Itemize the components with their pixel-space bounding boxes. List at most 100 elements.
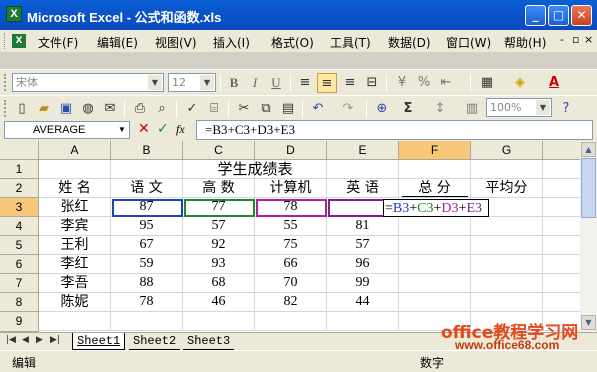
chevron-down-icon[interactable]: ▼ [536,100,550,115]
chevron-down-icon[interactable]: ▼ [116,123,128,137]
row-header-3[interactable]: 3 [0,198,39,217]
currency-button[interactable]: ¥ [392,73,412,93]
grid-cell[interactable] [471,255,543,274]
header-cell-total[interactable]: 总 分 [399,179,471,198]
paste-icon[interactable]: ▤ [278,99,298,119]
grid-cell[interactable] [399,160,471,179]
row-header-9[interactable]: 9 [0,312,39,332]
table-cell[interactable]: 93 [183,255,255,274]
grid-cell[interactable] [543,255,580,274]
grid-cell[interactable] [327,312,399,331]
table-cell[interactable]: 78 [255,198,327,217]
table-cell[interactable]: 70 [255,274,327,293]
column-header-f[interactable]: F [399,141,471,160]
vertical-scrollbar[interactable]: ▲ ▼ [580,141,597,332]
close-button[interactable]: ✕ [571,5,592,26]
tab-sheet3[interactable]: Sheet3 [183,333,235,350]
grid-cell[interactable] [399,255,471,274]
percent-icon[interactable]: % [414,73,434,93]
fill-color-icon[interactable]: ◈ [510,73,530,93]
sort-ascending-icon[interactable]: ↕ [430,99,450,119]
header-cell-math[interactable]: 高 数 [183,179,255,198]
doc-minimize-button[interactable]: - [560,33,564,46]
grid-cell[interactable] [543,217,580,236]
bold-button[interactable]: B [224,73,244,93]
grid-cell[interactable] [471,236,543,255]
research-icon[interactable]: ⌸ [204,99,224,119]
row-header-5[interactable]: 5 [0,236,39,255]
table-cell[interactable]: 李吾 [39,274,111,293]
column-header-h[interactable] [543,141,580,160]
workbook-icon[interactable]: X [12,34,26,48]
header-cell-name[interactable]: 姓 名 [39,179,111,198]
grid-cell[interactable] [543,160,580,179]
menu-grip[interactable] [4,33,7,49]
menu-help[interactable]: 帮助(H) [504,34,546,51]
save-icon[interactable]: ▣ [56,99,76,119]
menu-format[interactable]: 格式(O) [271,34,314,51]
toolbar-grip[interactable] [4,74,7,91]
column-header-a[interactable]: A [39,141,111,160]
font-name-combo[interactable]: 宋体 ▼ [12,73,164,92]
next-sheet-icon[interactable]: ▶ [36,335,43,345]
grid-cell[interactable] [399,274,471,293]
menu-tools[interactable]: 工具(T) [330,34,371,51]
table-cell[interactable]: 81 [327,217,399,236]
table-cell[interactable]: 96 [327,255,399,274]
menu-data[interactable]: 数据(D) [388,34,431,51]
column-header-c[interactable]: C [183,141,255,160]
grid-cell[interactable] [543,236,580,255]
row-header-4[interactable]: 4 [0,217,39,236]
row-header-1[interactable]: 1 [0,160,39,179]
permission-icon[interactable]: ◍ [78,99,98,119]
maximize-button[interactable]: □ [548,5,569,26]
grid-cell[interactable] [111,312,183,331]
table-cell[interactable]: 46 [183,293,255,312]
last-sheet-icon[interactable]: ▶| [50,335,60,345]
table-cell[interactable]: 95 [111,217,183,236]
grid-cell[interactable] [111,160,183,179]
doc-close-button[interactable]: × [584,33,593,46]
table-cell[interactable]: 李红 [39,255,111,274]
grid-cell[interactable] [399,217,471,236]
row-header-8[interactable]: 8 [0,293,39,312]
doc-restore-button[interactable]: ▫ [572,33,579,46]
column-header-g[interactable]: G [471,141,543,160]
print-icon[interactable]: ⎙ [130,99,150,119]
table-cell[interactable]: 82 [255,293,327,312]
table-cell[interactable]: 陈妮 [39,293,111,312]
row-header-6[interactable]: 6 [0,255,39,274]
new-document-icon[interactable]: ▯ [12,99,32,119]
chevron-down-icon[interactable]: ▼ [200,75,214,90]
grid-cell[interactable] [183,312,255,331]
table-cell[interactable]: 57 [327,236,399,255]
tab-sheet2[interactable]: Sheet2 [129,333,181,350]
cancel-icon[interactable]: ✕ [138,121,150,137]
grid-cell[interactable] [39,160,111,179]
grid-cell[interactable] [399,293,471,312]
select-all-corner[interactable] [0,141,39,160]
row-header-7[interactable]: 7 [0,274,39,293]
grid-cell[interactable] [471,217,543,236]
table-cell[interactable]: 67 [111,236,183,255]
grid-cell[interactable] [543,179,580,198]
merge-center-icon[interactable]: ⊟ [362,73,382,93]
sheet-title-cell[interactable]: 学生成绩表 [183,160,327,179]
table-cell[interactable]: 王利 [39,236,111,255]
prev-sheet-icon[interactable]: ◀ [22,335,29,345]
align-right-icon[interactable]: ≡ [340,73,360,93]
header-cell-average[interactable]: 平均分 [471,179,543,198]
scroll-down-icon[interactable]: ▼ [581,315,596,330]
grid-cell[interactable] [471,293,543,312]
grid-cell[interactable] [543,198,580,217]
table-cell[interactable]: 55 [255,217,327,236]
zoom-combo[interactable]: 100% ▼ [486,98,552,117]
borders-icon[interactable]: ▦ [477,73,497,93]
grid-cell[interactable] [327,160,399,179]
scroll-up-icon[interactable]: ▲ [581,142,596,157]
first-sheet-icon[interactable]: |◀ [6,335,16,345]
worksheet-grid[interactable]: A B C D E F G 1 2 3 4 5 6 7 8 9 学生成绩表 姓 … [0,141,580,332]
grid-cell[interactable] [255,312,327,331]
name-box[interactable]: AVERAGE ▼ [4,121,130,139]
minimize-button[interactable]: _ [525,5,546,26]
